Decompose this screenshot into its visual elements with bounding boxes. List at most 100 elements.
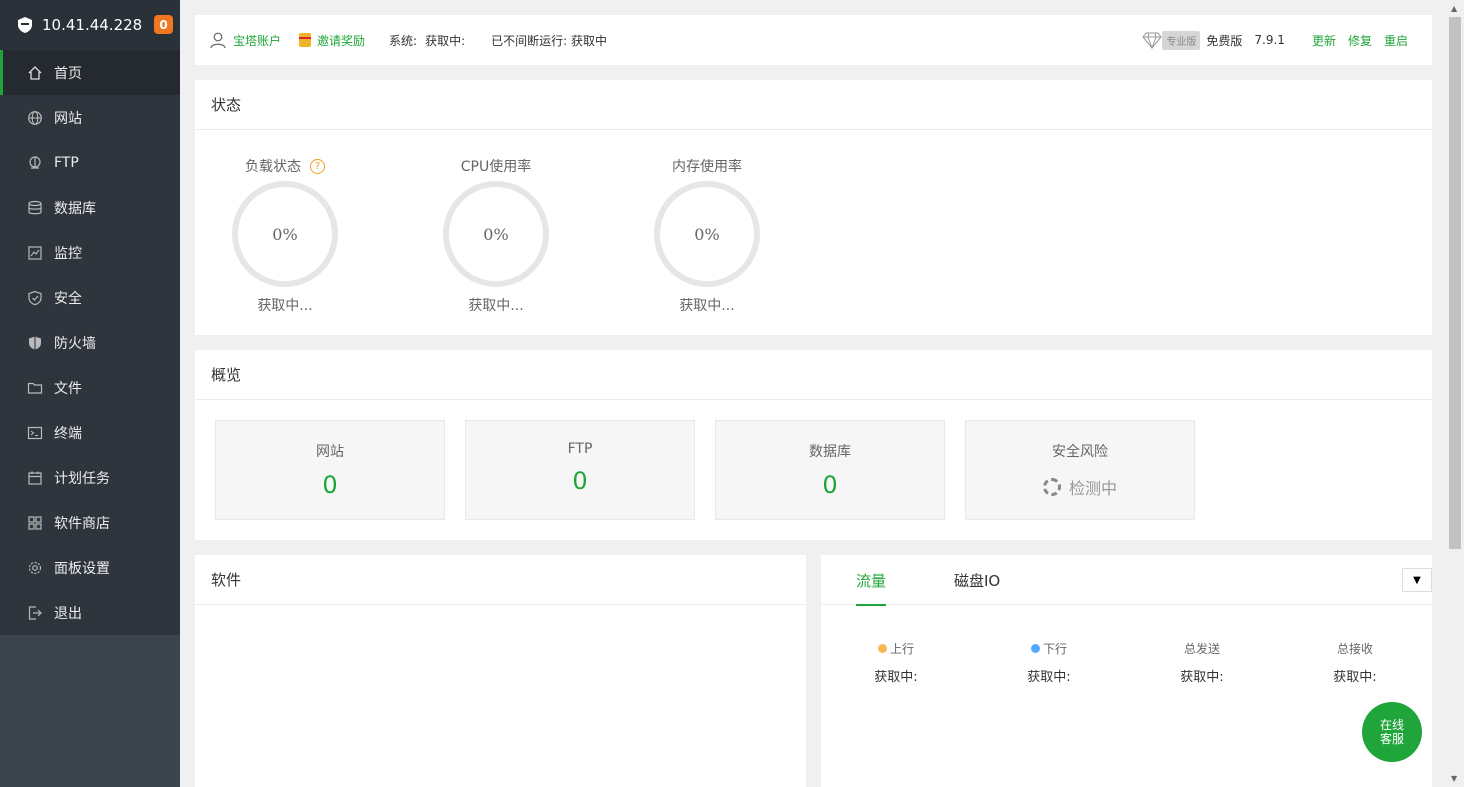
overview-checking: 检测中 (966, 475, 1194, 499)
sidebar-item-database[interactable]: 数据库 (0, 185, 180, 230)
overview-value: 0 (322, 471, 338, 499)
system-value: 获取中: (425, 33, 466, 48)
upstream-dot-icon (877, 644, 887, 653)
upstream-stat: 上行 获取中: (846, 640, 946, 685)
stat-label: 总接收 (1336, 642, 1373, 656)
gauge-title: CPU使用率 (460, 159, 532, 175)
sidebar-item-label: 计划任务 (54, 470, 110, 487)
sidebar-item-label: 退出 (54, 605, 82, 622)
sidebar-item-files[interactable]: 文件 (0, 365, 180, 410)
sidebar-item-terminal[interactable]: 终端 (0, 410, 180, 455)
sidebar-item-ftp[interactable]: FTP (0, 140, 180, 185)
overview-value: 0 (822, 471, 838, 499)
memory-gauge[interactable]: 内存使用率 0% 获取中... (652, 156, 762, 315)
update-link[interactable]: 更新 (1312, 32, 1336, 49)
calendar-icon (27, 470, 43, 486)
gauge-sub: 获取中... (679, 298, 735, 314)
account-link[interactable]: 宝塔账户 (209, 31, 281, 49)
load-gauge[interactable]: 负载状态 ? 0% 获取中... (230, 156, 340, 315)
overview-title: 概览 (195, 350, 1432, 400)
account-label: 宝塔账户 (233, 33, 282, 48)
cpu-gauge[interactable]: CPU使用率 0% 获取中... (441, 156, 551, 315)
gauge-title: 负载状态 ? (230, 156, 340, 176)
gauge-title: 内存使用率 (672, 159, 742, 175)
gauge-ring: 0% (443, 181, 549, 287)
overview-card: 概览 网站 0 FTP 0 数据库 0 安全风险 检测中 (195, 350, 1432, 540)
software-card: 软件 (195, 555, 806, 787)
sidebar-item-label: 监控 (54, 245, 82, 262)
sidebar-item-label: 软件商店 (54, 515, 110, 532)
overview-database[interactable]: 数据库 0 (715, 420, 945, 520)
sidebar-menu: 首页 网站 FTP 数据库 监控 安全 防火墙 文件 终端 计划任务 软件商店 … (0, 50, 180, 635)
version-number: 7.9.1 (1254, 33, 1285, 47)
invite-label: 邀请奖励 (317, 33, 366, 48)
gift-icon (299, 33, 312, 47)
ftp-icon (27, 155, 43, 171)
uptime-text: 已不间断运行: 获取中 (491, 33, 607, 48)
system-label: 系统: (389, 33, 418, 48)
scrollbar-thumb[interactable] (1449, 17, 1461, 549)
gauge-ring: 0% (232, 181, 338, 287)
status-card: 状态 负载状态 ? 0% 获取中... CPU使用率 0% 获取中... 内存使… (195, 80, 1432, 335)
service-line2: 客服 (1379, 732, 1404, 746)
overview-value: 0 (572, 467, 588, 495)
online-service-button[interactable]: 在线 客服 (1362, 702, 1422, 762)
overview-ftp[interactable]: FTP 0 (465, 420, 695, 520)
message-badge[interactable]: 0 (154, 15, 173, 34)
stat-value: 获取中: (1180, 670, 1224, 685)
traffic-tabs: 流量 磁盘IO ▼ (821, 555, 1432, 606)
sidebar-item-security[interactable]: 安全 (0, 275, 180, 320)
help-icon[interactable]: ? (310, 158, 325, 174)
sidebar-item-firewall[interactable]: 防火墙 (0, 320, 180, 365)
tab-traffic[interactable]: 流量 (856, 555, 887, 606)
downstream-dot-icon (1030, 644, 1040, 653)
total-received-stat: 总接收 获取中: (1305, 640, 1405, 685)
logout-icon (27, 605, 43, 621)
interface-select[interactable]: ▼ (1402, 568, 1432, 592)
overview-value: 检测中 (1068, 479, 1117, 498)
sidebar-header: 10.41.44.228 0 (0, 0, 180, 50)
scroll-down-icon[interactable]: ▼ (1451, 774, 1457, 783)
sidebar-item-logout[interactable]: 退出 (0, 590, 180, 635)
sidebar-item-label: 终端 (54, 425, 82, 442)
page-scrollbar[interactable]: ▲ ▼ (1447, 0, 1464, 787)
folder-icon (27, 380, 43, 396)
terminal-icon (27, 425, 43, 441)
total-sent-stat: 总发送 获取中: (1152, 640, 1252, 685)
repair-link[interactable]: 修复 (1348, 32, 1372, 49)
sidebar-item-label: 首页 (54, 65, 82, 82)
apps-icon (27, 515, 43, 531)
sidebar-item-monitor[interactable]: 监控 (0, 230, 180, 275)
sidebar-item-label: 文件 (54, 380, 82, 397)
gear-icon (27, 560, 43, 576)
user-icon (210, 32, 226, 49)
invite-link[interactable]: 邀请奖励 (299, 32, 365, 49)
downstream-stat: 下行 获取中: (999, 640, 1099, 685)
firewall-icon (27, 335, 43, 351)
free-version-label: 免费版 (1206, 33, 1243, 48)
sidebar-item-label: 面板设置 (54, 560, 110, 577)
server-ip: 10.41.44.228 (42, 16, 143, 34)
sidebar-item-home[interactable]: 首页 (0, 50, 180, 95)
sidebar-item-cron[interactable]: 计划任务 (0, 455, 180, 500)
overview-website[interactable]: 网站 0 (215, 420, 445, 520)
restart-link[interactable]: 重启 (1384, 32, 1408, 49)
sidebar-item-label: 安全 (54, 290, 82, 307)
tab-disk-io[interactable]: 磁盘IO (954, 555, 1000, 605)
overview-label: 数据库 (809, 444, 851, 460)
scroll-up-icon[interactable]: ▲ (1451, 4, 1457, 13)
overview-security-risk[interactable]: 安全风险 检测中 (965, 420, 1195, 520)
sidebar-item-store[interactable]: 软件商店 (0, 500, 180, 545)
loading-spinner-icon (1042, 478, 1061, 496)
stat-label: 总发送 (1183, 642, 1220, 656)
monitor-icon (27, 245, 43, 261)
bt-logo-icon (18, 17, 32, 33)
sidebar-item-settings[interactable]: 面板设置 (0, 545, 180, 590)
home-icon (27, 65, 43, 81)
pro-version-tag[interactable]: 专业版 (1162, 30, 1201, 50)
stat-label-text: 下行 (1042, 642, 1067, 656)
traffic-card: 流量 磁盘IO ▼ 上行 获取中: 下行 获取中: 总发送 获取中: 总接收 获… (821, 555, 1432, 787)
sidebar-item-website[interactable]: 网站 (0, 95, 180, 140)
stat-label-text: 上行 (889, 642, 914, 656)
overview-label: FTP (567, 441, 593, 457)
